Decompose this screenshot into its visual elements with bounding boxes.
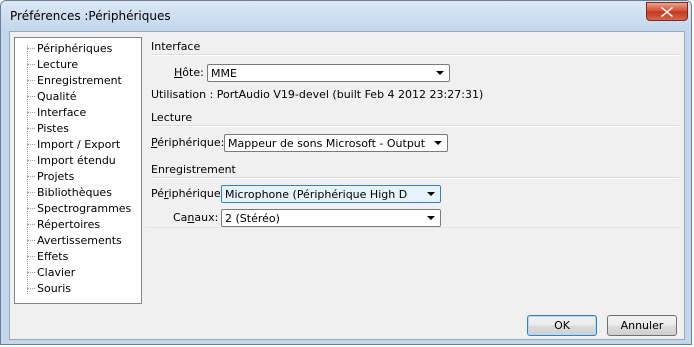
tree-item-label: Clavier: [37, 266, 76, 279]
tree-item-label: Qualité: [37, 90, 77, 103]
tree-item-qualite[interactable]: Qualité: [15, 89, 141, 104]
recording-group-title: Enregistrement: [151, 163, 236, 176]
tree-item-lecture[interactable]: Lecture: [15, 57, 141, 72]
tree-item-effets[interactable]: Effets: [15, 249, 141, 264]
playback-separator: [151, 125, 679, 127]
tree-item-label: Import / Export: [37, 138, 121, 151]
host-select[interactable]: MME: [207, 64, 450, 82]
tree-item-peripheriques[interactable]: Périphériques: [15, 41, 141, 56]
tree-item-label: Spectrogrammes: [37, 202, 132, 215]
playback-device-label: Périphérique:: [151, 136, 225, 149]
recording-device-value: Microphone (Périphérique High D: [225, 188, 408, 201]
close-button[interactable]: [646, 2, 688, 21]
interface-separator: [151, 54, 679, 56]
tree-item-import-etendu[interactable]: Import étendu: [15, 153, 141, 168]
recording-device-label: Périphérique:: [151, 187, 225, 200]
tree-item-repertoires[interactable]: Répertoires: [15, 217, 141, 232]
tree-item-label: Souris: [37, 282, 71, 295]
ok-button[interactable]: OK: [527, 315, 597, 336]
tree-item-label: Interface: [37, 106, 87, 119]
interface-group-title: Interface: [151, 40, 201, 53]
channels-label: Canaux:: [173, 211, 219, 224]
tree-item-label: Avertissements: [37, 234, 122, 247]
chevron-down-icon: [427, 192, 435, 196]
recording-device-select[interactable]: Microphone (Périphérique High D: [221, 185, 441, 203]
category-tree[interactable]: Périphériques Lecture Enregistrement Qua…: [14, 37, 142, 304]
preferences-window: Préférences :Périphériques Périphériques…: [0, 0, 692, 345]
tree-item-clavier[interactable]: Clavier: [15, 265, 141, 280]
tree-item-avertissements[interactable]: Avertissements: [15, 233, 141, 248]
tree-item-import-export[interactable]: Import / Export: [15, 137, 141, 152]
tree-item-label: Périphériques: [37, 42, 113, 55]
tree-item-label: Projets: [37, 170, 75, 183]
channels-select[interactable]: 2 (Stéréo): [221, 209, 441, 227]
dialog-body: Périphériques Lecture Enregistrement Qua…: [9, 31, 685, 340]
tree-item-interface[interactable]: Interface: [15, 105, 141, 120]
title-bar[interactable]: Préférences :Périphériques: [1, 1, 691, 31]
tree-item-label: Pistes: [37, 122, 69, 135]
channels-value: 2 (Stéréo): [225, 212, 280, 225]
chevron-down-icon: [427, 216, 435, 220]
tree-item-label: Effets: [37, 250, 69, 263]
host-label: Hôte:: [174, 66, 204, 79]
tree-item-souris[interactable]: Souris: [15, 281, 141, 296]
tree-item-label: Import étendu: [37, 154, 116, 167]
host-value: MME: [211, 67, 237, 80]
cancel-button[interactable]: Annuler: [607, 315, 677, 336]
tree-item-label: Enregistrement: [37, 74, 122, 87]
tree-item-projets[interactable]: Projets: [15, 169, 141, 184]
tree-item-label: Bibliothèques: [37, 186, 112, 199]
usage-text: Utilisation : PortAudio V19-devel (built…: [151, 88, 484, 101]
tree-item-label: Lecture: [37, 58, 79, 71]
recording-separator: [151, 177, 679, 179]
tree-item-spectrogrammes[interactable]: Spectrogrammes: [15, 201, 141, 216]
tree-item-enregistrement[interactable]: Enregistrement: [15, 73, 141, 88]
playback-group-title: Lecture: [151, 111, 193, 124]
tree-item-label: Répertoires: [37, 218, 101, 231]
playback-device-select[interactable]: Mappeur de sons Microsoft - Output: [224, 134, 448, 152]
chevron-down-icon: [434, 141, 442, 145]
playback-device-value: Mappeur de sons Microsoft - Output: [228, 137, 426, 150]
chevron-down-icon: [436, 71, 444, 75]
window-title: Préférences :Périphériques: [10, 9, 171, 23]
close-icon: [661, 7, 673, 17]
tree-item-pistes[interactable]: Pistes: [15, 121, 141, 136]
group-bottom-line: [145, 227, 681, 228]
tree-item-bibliotheques[interactable]: Bibliothèques: [15, 185, 141, 200]
